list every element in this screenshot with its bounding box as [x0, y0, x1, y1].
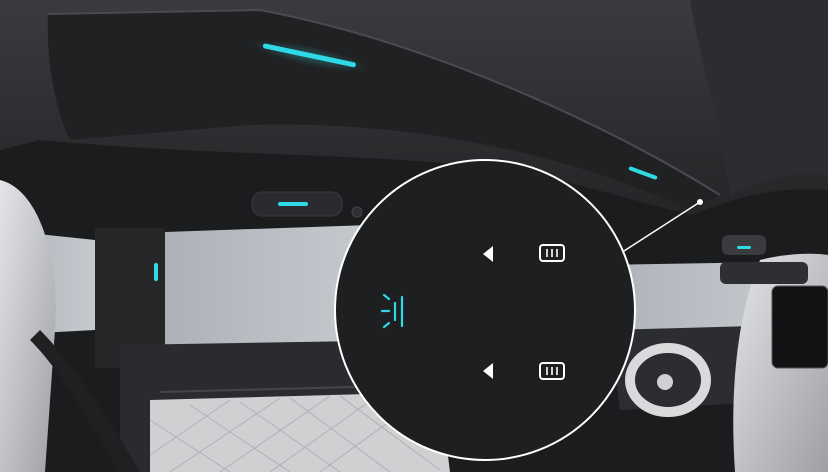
roof-console-light [737, 246, 751, 249]
rear-screen [771, 285, 828, 369]
grab-handle-light [278, 202, 308, 206]
steering-logo [657, 374, 673, 390]
callout-target [697, 199, 703, 205]
rear-mirror [720, 262, 808, 284]
roof-console [722, 235, 766, 255]
car-interior-scene [0, 0, 828, 472]
roof-button [351, 206, 363, 218]
pillar-light [154, 263, 158, 281]
callout-magnifier [334, 159, 636, 461]
